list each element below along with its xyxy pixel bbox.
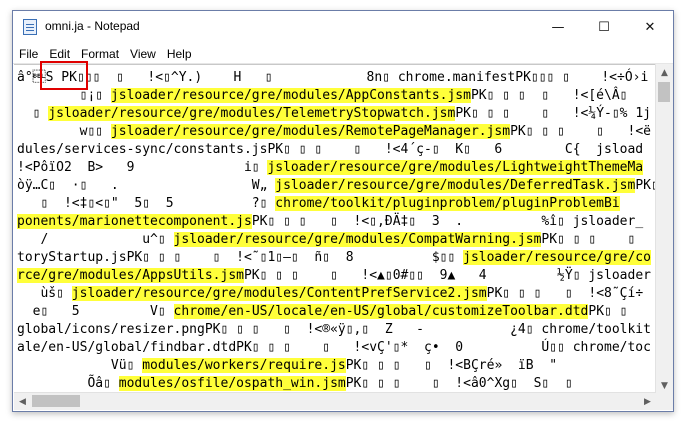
text-line: òÿ…C▯ ·▯ . W„ jsloader/resource/gre/modu… — [17, 177, 656, 195]
highlighted-text: jsloader/resource/gre/modules/CompatWarn… — [173, 232, 542, 247]
text-segment: / u^▯ — [17, 232, 174, 247]
text-segment: PK▯ ▯ ▯ ▯ !<¼Ý-▯% 1j — [455, 106, 651, 121]
text-segment: PK▯ ▯ ▯ ▯ !<â0^Xg▯ S▯ ▯ — [345, 376, 573, 391]
scroll-down-icon[interactable]: ▼ — [656, 377, 673, 394]
title-bar[interactable]: omni.ja - Notepad — ☐ ✕ — [13, 11, 673, 43]
highlighted-text: chrome/en-US/locale/en-US/global/customi… — [173, 304, 589, 319]
text-line: Vü▯ modules/workers/require.jsPK▯ ▯ ▯ ▯ … — [17, 357, 557, 375]
text-line: ale/en-US/global/findbar.dtdPK▯ ▯ ▯ ▯ !<… — [17, 339, 651, 357]
text-line: rce/gre/modules/AppsUtils.jsmPK▯ ▯ ▯ ▯ !… — [17, 267, 651, 285]
text-segment: ▯¡▯ — [17, 88, 111, 103]
text-line: / u^▯ jsloader/resource/gre/modules/Comp… — [17, 231, 656, 249]
close-button[interactable]: ✕ — [627, 11, 673, 43]
text-segment: !<PôïO2 B> 9 i▯ — [17, 160, 268, 175]
text-line: toryStartup.jsPK▯ ▯ ▯ ▯ !<˜▯1▯–▯ ñ▯ 8 $▯… — [17, 249, 651, 267]
notepad-window: omni.ja - Notepad — ☐ ✕ File Edit Format Vi… — [12, 10, 674, 412]
text-segment: PK▯ ▯ ▯ ▯ !<BÇré» ïB " — [345, 358, 558, 373]
highlighted-text: jsloader/resource/gre/modules/AppConstan… — [110, 88, 471, 103]
menu-bar: File Edit Format View Help — [13, 43, 673, 64]
highlighted-text: jsloader/resource/gre/co — [463, 250, 651, 265]
text-segment: w▯▯ — [17, 124, 111, 139]
highlighted-text: chrome/toolkit/pluginproblem/pluginProbl… — [275, 196, 620, 211]
highlighted-text: rce/gre/modules/AppsUtils.jsm — [17, 268, 244, 283]
vertical-scrollbar[interactable]: ▲ ▼ — [655, 64, 673, 394]
text-segment: PK▯ ▯ ▯ ▯ !<▲▯0#▯▯ 9▲ 4 ½Ÿ▯ jsloader — [243, 268, 651, 283]
text-line: ùš▯ jsloader/resource/gre/modules/Conten… — [17, 285, 643, 303]
text-segment: Vü▯ — [17, 358, 143, 373]
vertical-scroll-thumb[interactable] — [658, 82, 670, 102]
text-segment: â°S PK▯▯▯ ▯ !<▯^Y.) H ▯ 8n▯ chrome.mani… — [17, 70, 649, 85]
menu-edit[interactable]: Edit — [43, 45, 75, 61]
highlighted-text: ponents/marionettecomponent.js — [17, 214, 252, 229]
text-segment: PK▯ ▯ ▯ ▯ !<ë ùÏ — [510, 124, 651, 139]
scroll-corner — [656, 393, 673, 410]
maximize-button[interactable]: ☐ — [581, 11, 627, 43]
highlighted-text: jsloader/resource/gre/modules/Lightweigh… — [267, 160, 644, 175]
text-line: â°S PK▯▯▯ ▯ !<▯^Y.) H ▯ 8n▯ chrome.mani… — [17, 69, 648, 87]
menu-format[interactable]: Format — [75, 45, 124, 61]
text-segment: PK▯ ▯ ▯ ▯ !< — [541, 232, 636, 247]
text-segment: PK▯ ▯ ▯ ▯ !<8˜Çí÷ — [486, 286, 644, 301]
highlighted-text: jsloader/resource/gre/modules/RemotePage… — [110, 124, 511, 139]
scroll-up-icon[interactable]: ▲ — [656, 64, 673, 81]
text-line: ▯ !<‡▯<▯" 5▯ 5 ?▯ chrome/toolkit/pluginp… — [17, 195, 620, 213]
text-line: !<PôïO2 B> 9 i▯ jsloader/resource/gre/mo… — [17, 159, 644, 177]
text-line: ponents/marionettecomponent.jsPK▯ ▯ ▯ ▯ … — [17, 213, 643, 231]
text-line: Õâ▯ modules/osfile/ospath_win.jsmPK▯ ▯ ▯… — [17, 375, 573, 393]
text-line: dules/services-sync/constants.jsPK▯ ▯ ▯ … — [17, 141, 643, 159]
highlighted-text: jsloader/resource/gre/modules/ContentPre… — [71, 286, 487, 301]
text-segment: ▯ — [17, 106, 49, 121]
text-segment: Õâ▯ — [17, 376, 119, 391]
text-line: w▯▯ jsloader/resource/gre/modules/Remote… — [17, 123, 656, 141]
annotation-box — [40, 61, 88, 90]
text-line: e▯ 5 V▯ chrome/en-US/locale/en-US/global… — [17, 303, 628, 321]
highlighted-text: modules/osfile/ospath_win.jsm — [118, 376, 346, 391]
highlighted-text: modules/workers/require.js — [142, 358, 346, 373]
text-segment: PK▯ ▯ — [588, 304, 628, 319]
text-line: ▯¡▯ jsloader/resource/gre/modules/AppCon… — [17, 87, 628, 105]
window-title: omni.ja - Notepad — [45, 19, 140, 33]
horizontal-scrollbar[interactable]: ◀ ▶ — [14, 392, 656, 410]
menu-view[interactable]: View — [124, 45, 161, 61]
text-segment: global/icons/resizer.pngPK▯ ▯ ▯ ▯ !<®«ÿ▯… — [17, 322, 651, 337]
minimize-button[interactable]: — — [535, 11, 581, 43]
text-line: ▯ jsloader/resource/gre/modules/Telemetr… — [17, 105, 651, 123]
scroll-right-icon[interactable]: ▶ — [639, 393, 656, 410]
text-segment: dules/services-sync/constants.jsPK▯ ▯ ▯ … — [17, 142, 644, 157]
text-segment: òÿ…C▯ ·▯ . W„ — [17, 178, 276, 193]
text-editor[interactable]: â°S PK▯▯▯ ▯ !<▯^Y.) H ▯ 8n▯ chrome.mani… — [14, 64, 656, 395]
text-segment: ▯ !<‡▯<▯" 5▯ 5 ?▯ — [17, 196, 276, 211]
notepad-icon — [23, 19, 37, 35]
text-segment: ùš▯ — [17, 286, 72, 301]
text-segment: PK▯ ▯ ▯ — [635, 178, 656, 193]
text-segment: toryStartup.jsPK▯ ▯ ▯ ▯ !<˜▯1▯–▯ ñ▯ 8 $▯… — [17, 250, 464, 265]
menu-file[interactable]: File — [13, 45, 43, 61]
text-line: global/icons/resizer.pngPK▯ ▯ ▯ ▯ !<®«ÿ▯… — [17, 321, 651, 339]
text-segment: PK▯ ▯ ▯ ▯ !<[é\Â▯ — [470, 88, 628, 103]
highlighted-text: jsloader/resource/gre/modules/DeferredTa… — [275, 178, 636, 193]
menu-help[interactable]: Help — [161, 45, 197, 61]
text-segment: PK▯ ▯ ▯ ▯ !<▯,ÐÄ‡▯ 3 . %î▯ jsloader_ — [251, 214, 644, 229]
horizontal-scroll-thumb[interactable] — [32, 395, 80, 407]
text-segment: ale/en-US/global/findbar.dtdPK▯ ▯ ▯ ▯ !<… — [17, 340, 651, 355]
scroll-left-icon[interactable]: ◀ — [14, 393, 31, 410]
text-segment: e▯ 5 V▯ — [17, 304, 174, 319]
highlighted-text: jsloader/resource/gre/modules/TelemetryS… — [48, 106, 456, 121]
